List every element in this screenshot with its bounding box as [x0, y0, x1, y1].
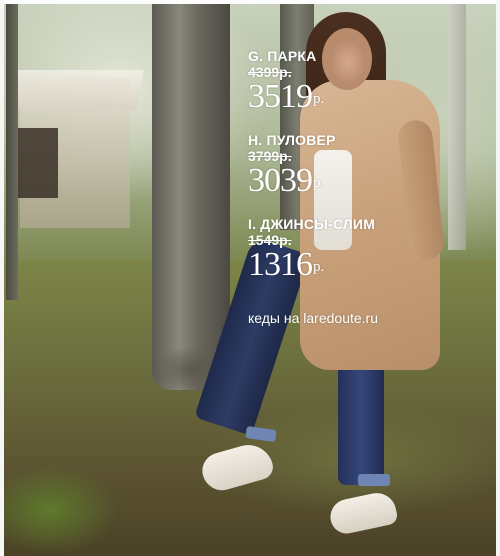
product-name: I. ДЖИНСЫ-СЛИМ: [248, 216, 376, 232]
currency: р.: [313, 259, 325, 275]
product-item-pullover: H. ПУЛОВЕР 3799р. 3039р.: [248, 132, 336, 204]
jeans-cuff-right: [358, 474, 390, 486]
new-price: 3039р.: [248, 164, 336, 204]
photo-border-right: [496, 0, 500, 556]
price-overlay: G. ПАРКА 4399р. 3519р. H. ПУЛОВЕР 3799р.…: [248, 48, 448, 348]
photo-border-left: [0, 0, 4, 556]
moss-patch: [0, 430, 140, 556]
new-price: 1316р.: [248, 248, 375, 288]
product-name: H. ПУЛОВЕР: [248, 132, 336, 148]
birch-trunk-right: [448, 0, 466, 250]
cabin-door: [18, 128, 58, 198]
product-item-parka: G. ПАРКА 4399р. 3519р.: [248, 48, 324, 120]
new-price-amount: 1316: [248, 246, 313, 283]
new-price-amount: 3039: [248, 162, 313, 199]
photo-border-top: [0, 0, 500, 4]
currency: р.: [313, 91, 325, 107]
sneakers-credit-text: кеды на laredoute.ru: [248, 310, 379, 326]
tree-trunk-far-left: [6, 0, 18, 300]
product-name: G. ПАРКА: [248, 48, 317, 64]
catalog-photo: G. ПАРКА 4399р. 3519р. H. ПУЛОВЕР 3799р.…: [0, 0, 500, 556]
new-price-amount: 3519: [248, 78, 313, 115]
product-item-jeans: I. ДЖИНСЫ-СЛИМ 1549р. 1316р.: [248, 216, 375, 288]
currency: р.: [313, 175, 325, 191]
new-price: 3519р.: [248, 80, 324, 120]
